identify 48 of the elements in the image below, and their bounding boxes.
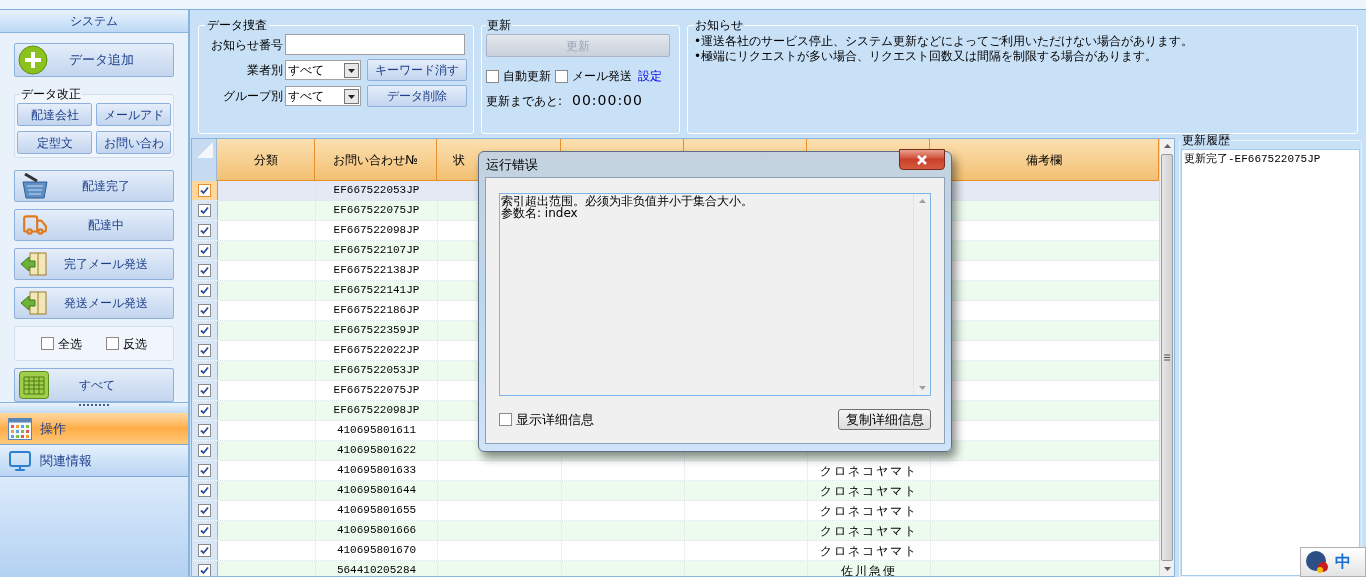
table-cell-text: クロネコヤマト <box>820 542 918 560</box>
table-cell-text: 佐川急便 <box>841 562 897 576</box>
table-cell-text: クロネコヤマト <box>820 502 918 520</box>
table-cell-text: 564410205284 <box>336 563 417 576</box>
notice-text: •極端にリクエストが多い場合、リクエスト回数又は間隔を制限する場合があります。 <box>694 49 1159 64</box>
table-cell-text: クロネコヤマト <box>820 462 918 480</box>
checkbox-label: 反选 <box>123 335 147 353</box>
field-label: お知らせ番号 <box>210 36 283 54</box>
checkbox-label: 自動更新 <box>503 68 551 85</box>
field-label: グループ別 <box>222 88 283 105</box>
table-cell-text: クロネコヤマト <box>820 522 918 540</box>
table-cell-text: 410695801622 <box>336 443 417 459</box>
table-cell-text: 410695801633 <box>336 463 417 479</box>
table-cell-text: EF667522053JP <box>333 363 420 379</box>
dialog-title: 运行错误 <box>486 155 538 174</box>
countdown-label: 更新まであと: <box>486 92 563 110</box>
field-label: 業者別 <box>246 62 283 79</box>
table-cell-text: EF667522022JP <box>333 343 420 359</box>
table-cell-text: 410695801644 <box>336 483 417 499</box>
checkbox-label: 显示详细信息 <box>516 410 594 429</box>
group-title: 更新 <box>486 17 512 34</box>
group-title: お知らせ <box>694 17 744 34</box>
table-cell-text: EF667522098JP <box>333 223 420 239</box>
table-cell-text: EF667522075JP <box>333 383 420 399</box>
checkbox-label: メール発送 <box>572 68 632 85</box>
table-cell-text: クロネコヤマト <box>820 482 918 500</box>
table-cell-text: EF667522138JP <box>333 263 420 279</box>
table-cell-text: 410695801611 <box>336 423 417 439</box>
table-cell-text: EF667522098JP <box>333 403 420 419</box>
table-cell-text: EF667522075JP <box>333 203 420 219</box>
group-title: 更新履歴 <box>1181 132 1231 149</box>
table-cell-text: 410695801655 <box>336 503 417 519</box>
error-message-line: 索引超出范围。必须为非负值并小于集合大小。 <box>501 195 754 207</box>
table-cell-text: EF667522053JP <box>333 183 420 199</box>
group-title: データ改正 <box>20 86 82 103</box>
table-cell-text: EF667522141JP <box>333 283 420 299</box>
error-message-line: 参数名: index <box>501 207 579 219</box>
sidebar-title: システム <box>0 10 188 33</box>
table-cell-text: 410695801670 <box>336 543 417 559</box>
ime-mode-label: 中 <box>1335 551 1351 573</box>
checkbox-label: 全选 <box>58 335 82 353</box>
table-cell-text: 410695801666 <box>336 523 417 539</box>
group-title: データ捜査 <box>206 17 268 34</box>
notice-text: •運送各社のサービス停止、システム更新などによってご利用いただけない場合があります。 <box>694 34 1195 49</box>
table-cell-text: EF667522359JP <box>333 323 420 339</box>
countdown-value: 00:00:00 <box>572 91 643 110</box>
table-cell-text: EF667522186JP <box>333 303 420 319</box>
table-cell-text: EF667522107JP <box>333 243 420 259</box>
